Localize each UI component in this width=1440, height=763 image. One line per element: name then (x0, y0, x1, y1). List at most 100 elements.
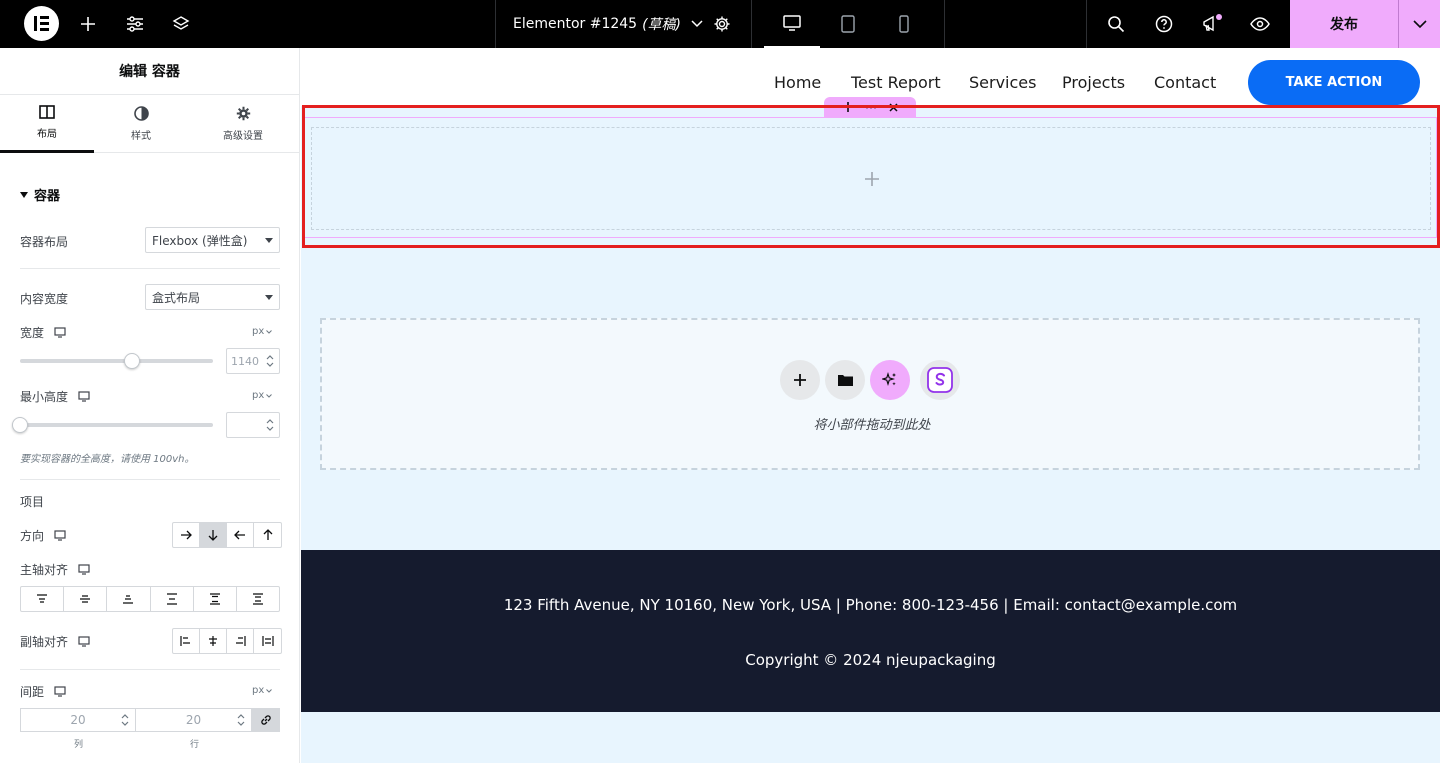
starter-templates-s-icon[interactable] (920, 360, 960, 400)
align-label: 副轴对齐 (20, 633, 90, 650)
take-action-button[interactable]: TAKE ACTION (1248, 60, 1420, 105)
tab-layout[interactable]: 布局 (0, 95, 94, 153)
mobile-view-icon[interactable] (892, 0, 916, 48)
gap-link-icon[interactable] (252, 708, 280, 732)
tab-advanced[interactable]: 高级设置 (196, 95, 290, 153)
direction-row-reverse-arrow-left-icon[interactable] (227, 523, 254, 547)
ai-sparkle-icon[interactable] (870, 360, 910, 400)
tab-style[interactable]: 样式 (94, 95, 188, 153)
desktop-device-icon[interactable] (54, 327, 66, 338)
justify-button-group (20, 586, 280, 612)
justify-start-icon[interactable] (21, 587, 65, 611)
gap-unit-select[interactable]: px (252, 685, 273, 696)
desktop-device-icon[interactable] (78, 391, 90, 402)
direction-column-reverse-arrow-up-icon[interactable] (254, 523, 281, 547)
direction-row-arrow-right-icon[interactable] (173, 523, 200, 547)
align-end-icon[interactable] (227, 629, 254, 653)
document-title[interactable]: Elementor #1245 (草稿) (513, 0, 703, 48)
stepper-icon[interactable] (236, 712, 246, 728)
caret-down-icon (265, 295, 273, 300)
chevron-down-icon (1412, 19, 1427, 28)
nav-home[interactable]: Home (774, 73, 821, 92)
nav-projects[interactable]: Projects (1062, 73, 1125, 92)
justify-center-icon[interactable] (64, 587, 108, 611)
width-label: 宽度 (20, 324, 66, 341)
template-library-folder-icon[interactable] (825, 360, 865, 400)
editor-panel: 编辑 容器 布局 样式 高级设置 容器 容器布局 Flexbox (弹性盒) 内… (0, 48, 300, 763)
direction-column-arrow-down-icon[interactable] (200, 523, 227, 547)
site-settings-sliders-icon[interactable] (123, 0, 147, 48)
page-settings-gear-icon[interactable] (710, 0, 734, 48)
publish-options-button[interactable] (1398, 0, 1440, 48)
stepper-icon[interactable] (265, 416, 275, 434)
align-start-icon[interactable] (173, 629, 200, 653)
desktop-device-icon[interactable] (54, 686, 66, 697)
gap-column-input[interactable]: 20 (20, 708, 136, 732)
desktop-device-icon[interactable] (54, 530, 66, 541)
whats-new-megaphone-icon[interactable] (1200, 0, 1224, 48)
align-center-icon[interactable] (200, 629, 227, 653)
help-icon[interactable] (1152, 0, 1176, 48)
preview-eye-icon[interactable] (1248, 0, 1272, 48)
divider (20, 479, 280, 480)
site-footer: 123 Fifth Avenue, NY 10160, New York, US… (301, 550, 1440, 712)
tab-label: 高级设置 (223, 131, 263, 142)
gap-row-input[interactable]: 20 (135, 708, 252, 732)
divider (20, 669, 280, 670)
publish-button[interactable]: 发布 (1290, 0, 1398, 48)
gap-row-label: 行 (190, 740, 200, 750)
desktop-device-icon[interactable] (78, 636, 90, 647)
content-width-select[interactable]: 盒式布局 (145, 284, 280, 310)
width-slider-handle[interactable] (124, 353, 140, 369)
desktop-device-icon[interactable] (78, 564, 90, 575)
align-stretch-icon[interactable] (254, 629, 281, 653)
nav-services[interactable]: Services (969, 73, 1036, 92)
container-layout-select[interactable]: Flexbox (弹性盒) (145, 227, 280, 253)
width-input[interactable]: 1140 (226, 348, 280, 374)
chevron-down-icon (266, 688, 273, 693)
width-unit-select[interactable]: px (252, 326, 273, 337)
footer-address: 123 Fifth Avenue, NY 10160, New York, US… (503, 596, 1238, 614)
section-title: 容器 (34, 189, 61, 204)
nav-contact[interactable]: Contact (1154, 73, 1216, 92)
items-heading: 项目 (20, 495, 45, 509)
structure-layers-icon[interactable] (169, 0, 193, 48)
divider (751, 0, 752, 48)
search-icon[interactable] (1104, 0, 1128, 48)
chevron-down-icon (266, 329, 273, 334)
direction-button-group (172, 522, 282, 548)
justify-space-around-icon[interactable] (194, 587, 237, 611)
tablet-view-icon[interactable] (836, 0, 860, 48)
footer-copyright: Copyright © 2024 njeupackaging (745, 651, 996, 669)
half-circle-icon (133, 106, 149, 121)
content-width-label: 内容宽度 (20, 292, 69, 306)
nav-test-report[interactable]: Test Report (851, 73, 941, 92)
stepper-icon[interactable] (265, 352, 275, 370)
add-element-icon[interactable] (76, 0, 100, 48)
justify-end-icon[interactable] (107, 587, 151, 611)
width-slider[interactable] (20, 359, 213, 363)
stepper-icon[interactable] (120, 712, 130, 728)
min-height-unit-select[interactable]: px (252, 390, 273, 401)
add-section-plus-icon[interactable] (780, 360, 820, 400)
min-height-slider-handle[interactable] (12, 417, 28, 433)
min-height-input[interactable] (226, 412, 280, 438)
align-button-group (172, 628, 282, 654)
desktop-view-icon[interactable] (764, 0, 820, 48)
gap-label: 间距 (20, 683, 66, 700)
min-height-slider[interactable] (20, 423, 213, 427)
min-height-hint: 要实现容器的全高度，请使用 100vh。 (20, 454, 195, 465)
justify-space-evenly-icon[interactable] (237, 587, 279, 611)
empty-section-dropzone[interactable]: 将小部件拖动到此处 (320, 318, 1420, 470)
panel-title: 编辑 容器 (0, 48, 299, 95)
min-height-label: 最小高度 (20, 388, 90, 405)
divider (1086, 0, 1087, 48)
elementor-logo-icon[interactable] (24, 6, 59, 41)
tab-label: 布局 (37, 129, 57, 140)
divider (944, 0, 945, 48)
justify-space-between-icon[interactable] (151, 587, 194, 611)
document-status: (草稿) (642, 17, 682, 33)
section-toggle-container[interactable]: 容器 (20, 185, 60, 204)
caret-down-icon (20, 191, 28, 198)
dropzone-hint-text: 将小部件拖动到此处 (813, 418, 931, 433)
